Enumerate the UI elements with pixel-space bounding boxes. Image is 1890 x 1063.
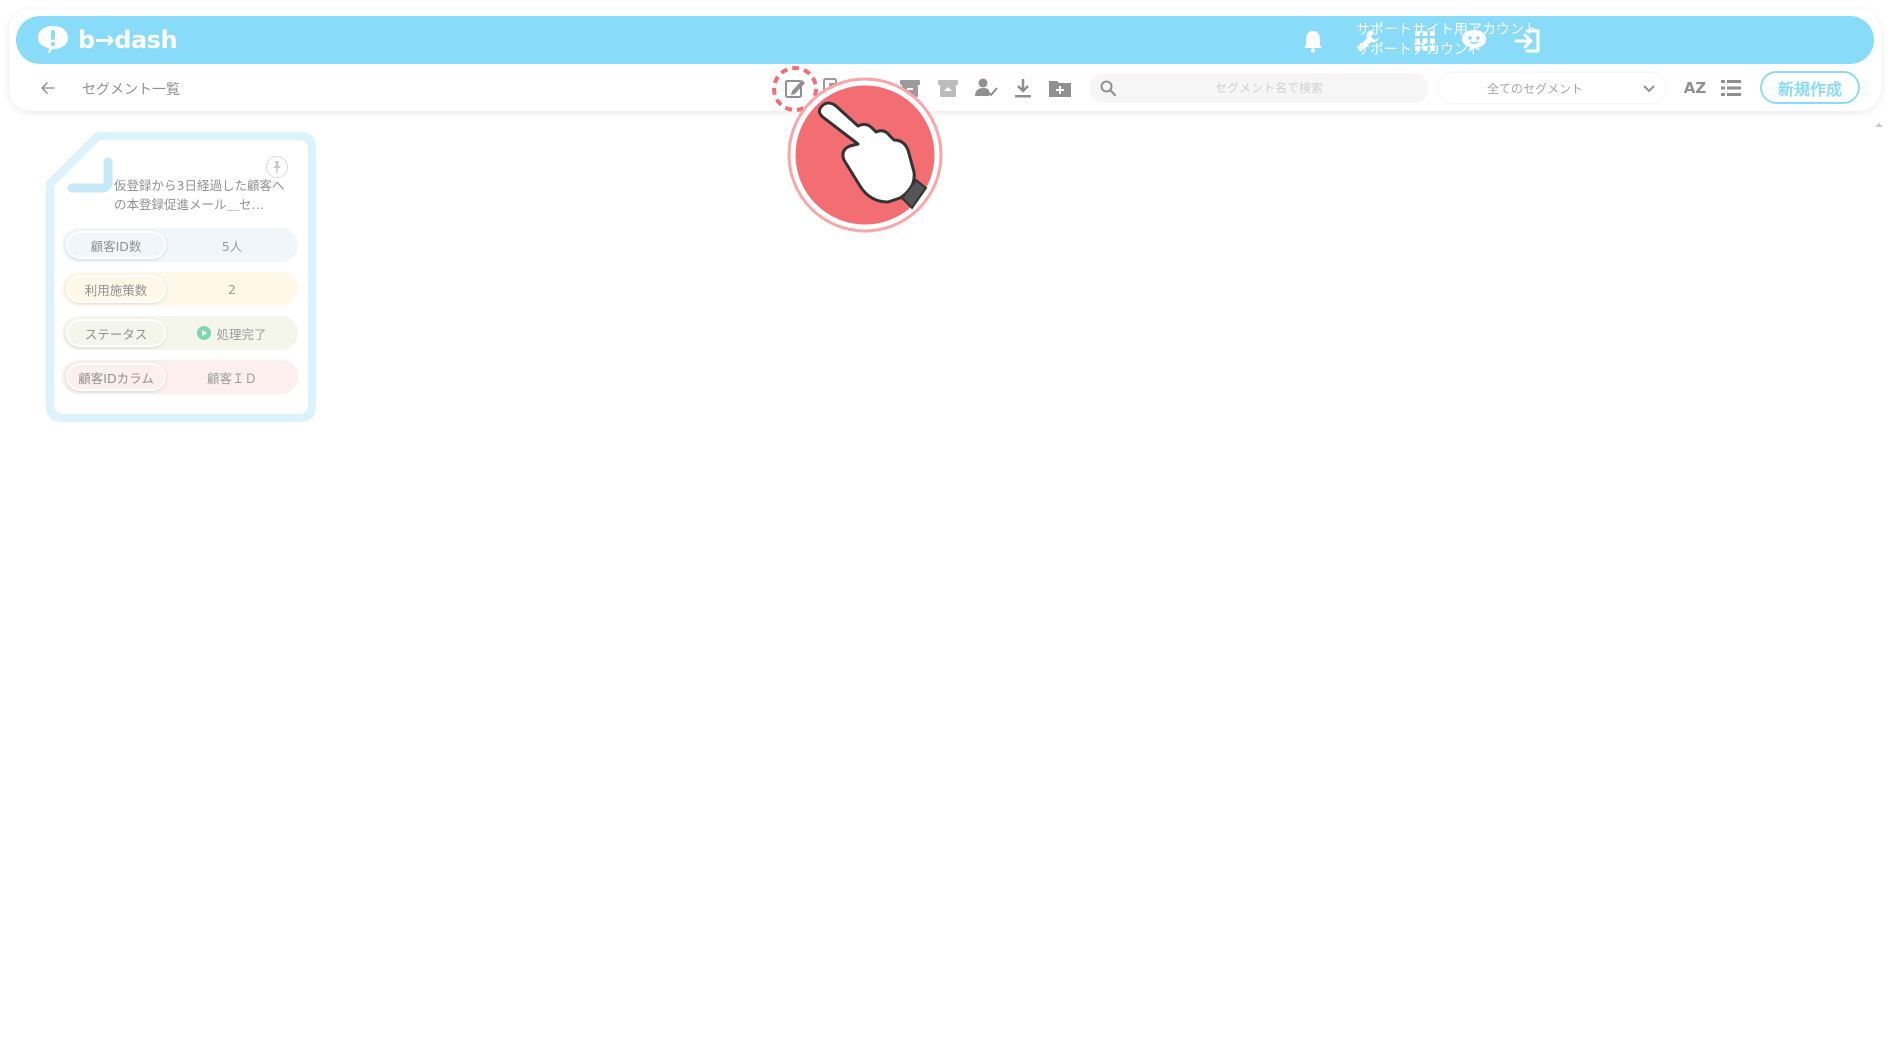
sort-az-icon[interactable]: AZ — [1680, 75, 1710, 101]
segment-name[interactable]: 仮登録から3日経過した顧客への本登録促進メール＿セ… — [114, 176, 294, 214]
row-value: 2 — [228, 281, 236, 297]
row-value: 顧客ＩＤ — [206, 370, 257, 386]
scroll-up-arrow-icon[interactable] — [1872, 116, 1886, 128]
account-line-1: サポートサイト用アカウント — [1356, 22, 1538, 38]
filter-selected-value: 全てのセグメント — [1486, 82, 1583, 96]
account-info[interactable]: サポートサイト用アカウント サポートアカウント — [1356, 20, 1538, 60]
chevron-down-icon — [1643, 85, 1655, 93]
row-value: 処理完了 — [172, 316, 292, 350]
logo-text: b→dash — [78, 26, 178, 54]
bdash-logo[interactable]: b→dash — [34, 22, 178, 58]
row-label-text: 顧客IDカラム — [68, 365, 164, 389]
row-label: 利用施策数 — [66, 275, 166, 303]
row-label: 顧客IDカラム — [66, 363, 166, 391]
download-icon[interactable] — [1010, 75, 1036, 101]
page-title: セグメント一覧 — [82, 82, 180, 98]
row-customer-id-column: 顧客IDカラム 顧客ＩＤ — [62, 360, 298, 394]
user-check-icon[interactable] — [973, 75, 999, 101]
status-complete-icon — [197, 326, 212, 340]
segment-card[interactable]: 仮登録から3日経過した顧客への本登録促進メール＿セ… 顧客ID数 5人 利用施策… — [44, 130, 318, 424]
pin-icon[interactable] — [266, 156, 288, 178]
row-status: ステータス 処理完了 — [62, 316, 298, 350]
account-line-2: サポートアカウント — [1356, 40, 1538, 60]
folder-add-icon[interactable] — [1047, 75, 1073, 101]
row-label-text: ステータス — [68, 321, 164, 345]
row-usage-count: 利用施策数 2 — [62, 272, 298, 306]
row-label: 顧客ID数 — [66, 231, 166, 259]
status-text: 処理完了 — [216, 326, 267, 342]
segment-search[interactable] — [1089, 73, 1429, 103]
logout-icon[interactable] — [1513, 26, 1543, 56]
row-label-text: 利用施策数 — [68, 277, 164, 301]
app-header: b→dash サポートサイト用アカウント サポートアカウント — [16, 16, 1874, 64]
row-label-text: 顧客ID数 — [68, 233, 164, 257]
new-segment-button[interactable]: 新規作成 — [1760, 71, 1860, 104]
chat-bot-icon[interactable] — [1459, 26, 1489, 56]
search-input[interactable] — [1129, 73, 1409, 103]
sort-az-label: AZ — [1683, 79, 1707, 97]
list-view-icon[interactable] — [1718, 75, 1744, 101]
bell-icon[interactable] — [1298, 26, 1328, 56]
search-icon — [1100, 80, 1117, 97]
apps-grid-icon[interactable] — [1410, 26, 1440, 56]
wrench-icon[interactable] — [1353, 26, 1383, 56]
segment-filter-select[interactable]: 全てのセグメント — [1438, 73, 1666, 103]
logo-bubble-icon — [38, 26, 68, 54]
row-customer-id-count: 顧客ID数 5人 — [62, 228, 298, 262]
row-value: 5人 — [221, 238, 243, 254]
row-label: ステータス — [66, 319, 166, 347]
pointing-hand-icon — [787, 77, 943, 233]
back-arrow-icon[interactable] — [38, 78, 58, 98]
